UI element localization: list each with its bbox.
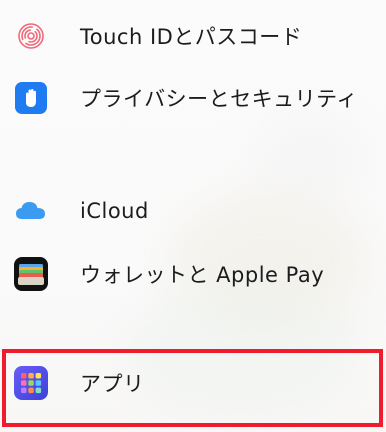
settings-row-icloud[interactable]: iCloud <box>0 183 386 239</box>
settings-row-wallet[interactable]: ウォレットと Apple Pay <box>0 246 386 302</box>
settings-row-privacy[interactable]: プライバシーとセキュリティ <box>0 70 386 126</box>
settings-row-label: iCloud <box>80 199 149 223</box>
wallet-icon <box>14 257 48 291</box>
settings-row-touch-id[interactable]: Touch IDとパスコード <box>0 8 386 64</box>
apps-grid-icon <box>14 366 48 400</box>
cloud-icon <box>14 194 48 228</box>
hand-icon <box>14 81 48 115</box>
settings-row-label: アプリ <box>80 372 145 396</box>
settings-row-label: プライバシーとセキュリティ <box>80 87 358 111</box>
settings-row-label: Touch IDとパスコード <box>80 25 303 49</box>
settings-row-apps[interactable]: アプリ <box>0 355 386 411</box>
settings-screen: Touch IDとパスコード プライバシーとセキュリティ iCloud ウォレッ… <box>0 0 386 432</box>
fingerprint-icon <box>14 19 48 53</box>
settings-row-label: ウォレットと Apple Pay <box>80 263 325 287</box>
